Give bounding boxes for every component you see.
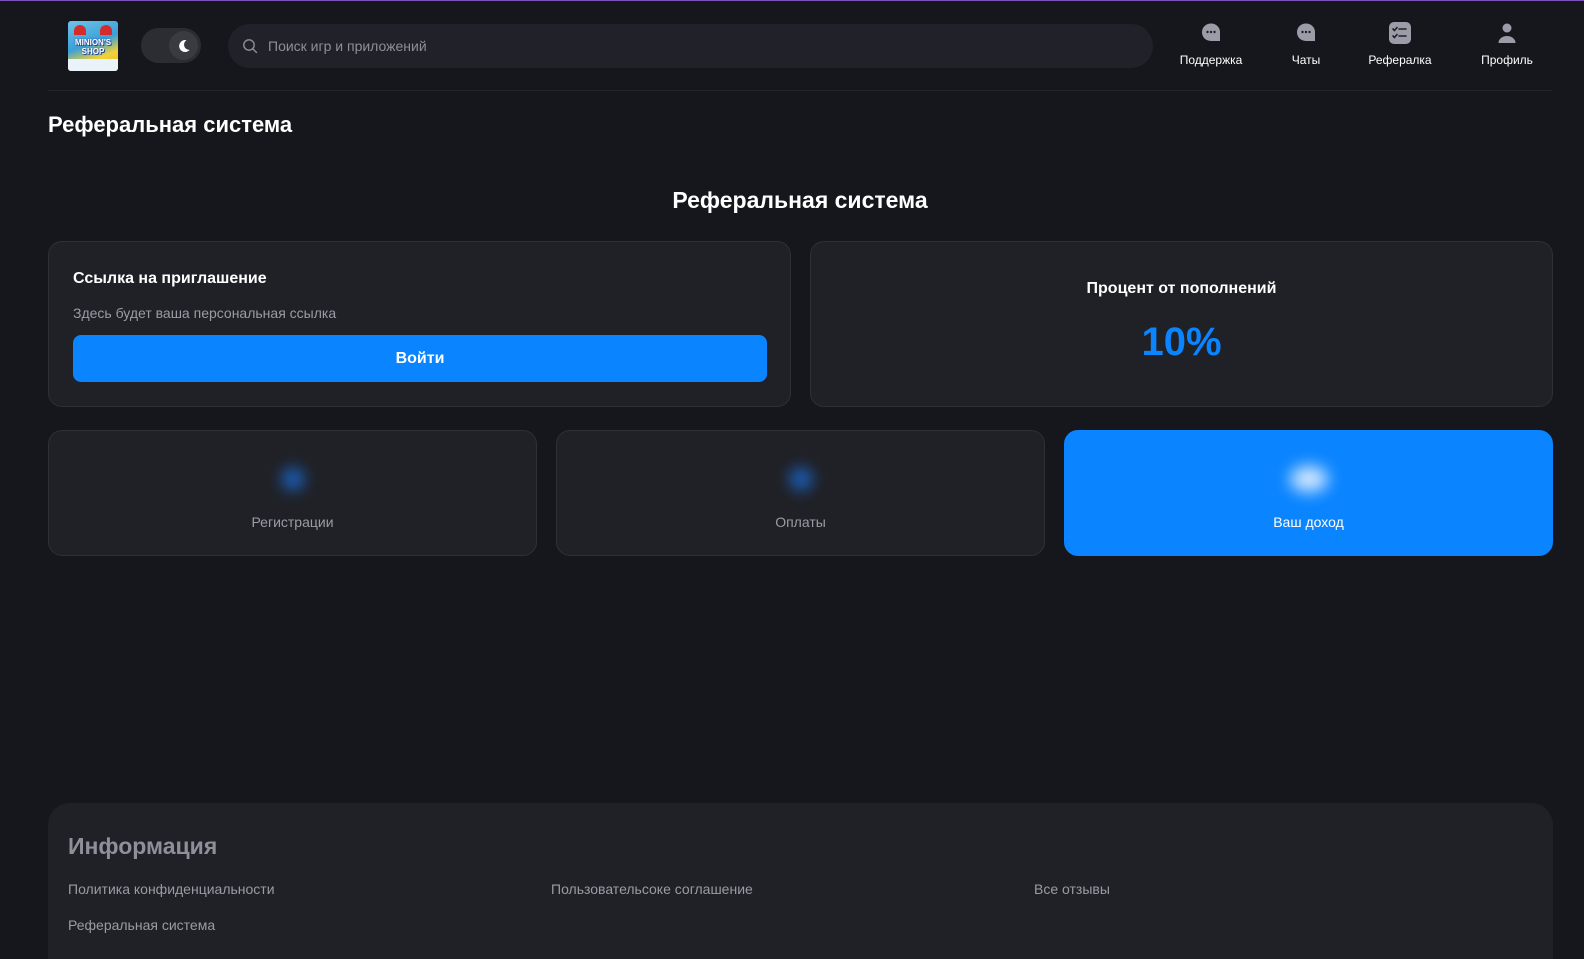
login-button[interactable]: Войти [73,335,767,382]
stat-card-income: Ваш доход [1064,430,1553,556]
privacy-policy-link[interactable]: Политика конфиденциальности [68,881,275,897]
search-icon [242,37,260,55]
nav-label: Профиль [1481,53,1533,67]
support-chat-icon [1199,21,1223,45]
theme-toggle-knob [169,31,198,60]
logo-text-line1: MINION'S [74,38,112,47]
section-title: Реферальная система [672,187,928,213]
invite-card-title: Ссылка на приглашение [73,270,267,287]
stat-card-registrations: Регистрации [48,430,537,556]
nav-chats[interactable]: Чаты [1290,21,1322,71]
stat-label: Оплаты [775,514,826,530]
chat-icon [1294,21,1318,45]
all-reviews-link[interactable]: Все отзывы [1034,881,1110,897]
invite-card-description: Здесь будет ваша персональная ссылка [73,305,337,321]
santa-hat-left [74,25,86,35]
footer-title: Информация [68,833,218,859]
user-icon [1495,21,1519,45]
theme-toggle[interactable] [141,28,201,63]
header-divider [48,90,1552,91]
user-agreement-link[interactable]: Пользовательсоке соглашение [551,881,753,897]
logo-text-line2: SHOP [81,47,105,56]
nav-label: Поддержка [1179,53,1243,67]
referral-system-link[interactable]: Реферальная система [68,917,215,933]
stat-label: Ваш доход [1273,514,1344,530]
percent-card-title: Процент от пополнений [1086,280,1277,297]
nav-label: Чаты [1291,53,1321,67]
nav-support[interactable]: Поддержка [1180,21,1242,71]
top-header: MINION'S SHOP Поддержка [0,1,1584,90]
deposit-percent-card: Процент от пополнений 10% [810,241,1553,407]
nav-referral[interactable]: Рефералка [1368,21,1432,71]
logo-snow-base [68,59,118,71]
santa-hat-right [100,25,112,35]
stat-card-payments: Оплаты [556,430,1045,556]
search-input[interactable] [268,38,1128,54]
loading-glow-icon [1289,466,1328,492]
shop-logo[interactable]: MINION'S SHOP [68,21,118,71]
moon-icon [178,39,190,52]
page-title: Реферальная система [48,112,293,137]
percent-value: 10% [1141,320,1222,364]
search-bar[interactable] [228,24,1153,68]
invite-link-card: Ссылка на приглашение Здесь будет ваша п… [48,241,791,407]
nav-profile[interactable]: Профиль [1481,21,1533,71]
loading-glow-icon [788,467,813,491]
loading-glow-icon [280,467,305,491]
stat-label: Регистрации [251,514,334,530]
nav-label: Рефералка [1368,53,1432,67]
checklist-icon [1388,21,1412,45]
info-footer: Информация Политика конфиденциальности П… [48,803,1553,959]
